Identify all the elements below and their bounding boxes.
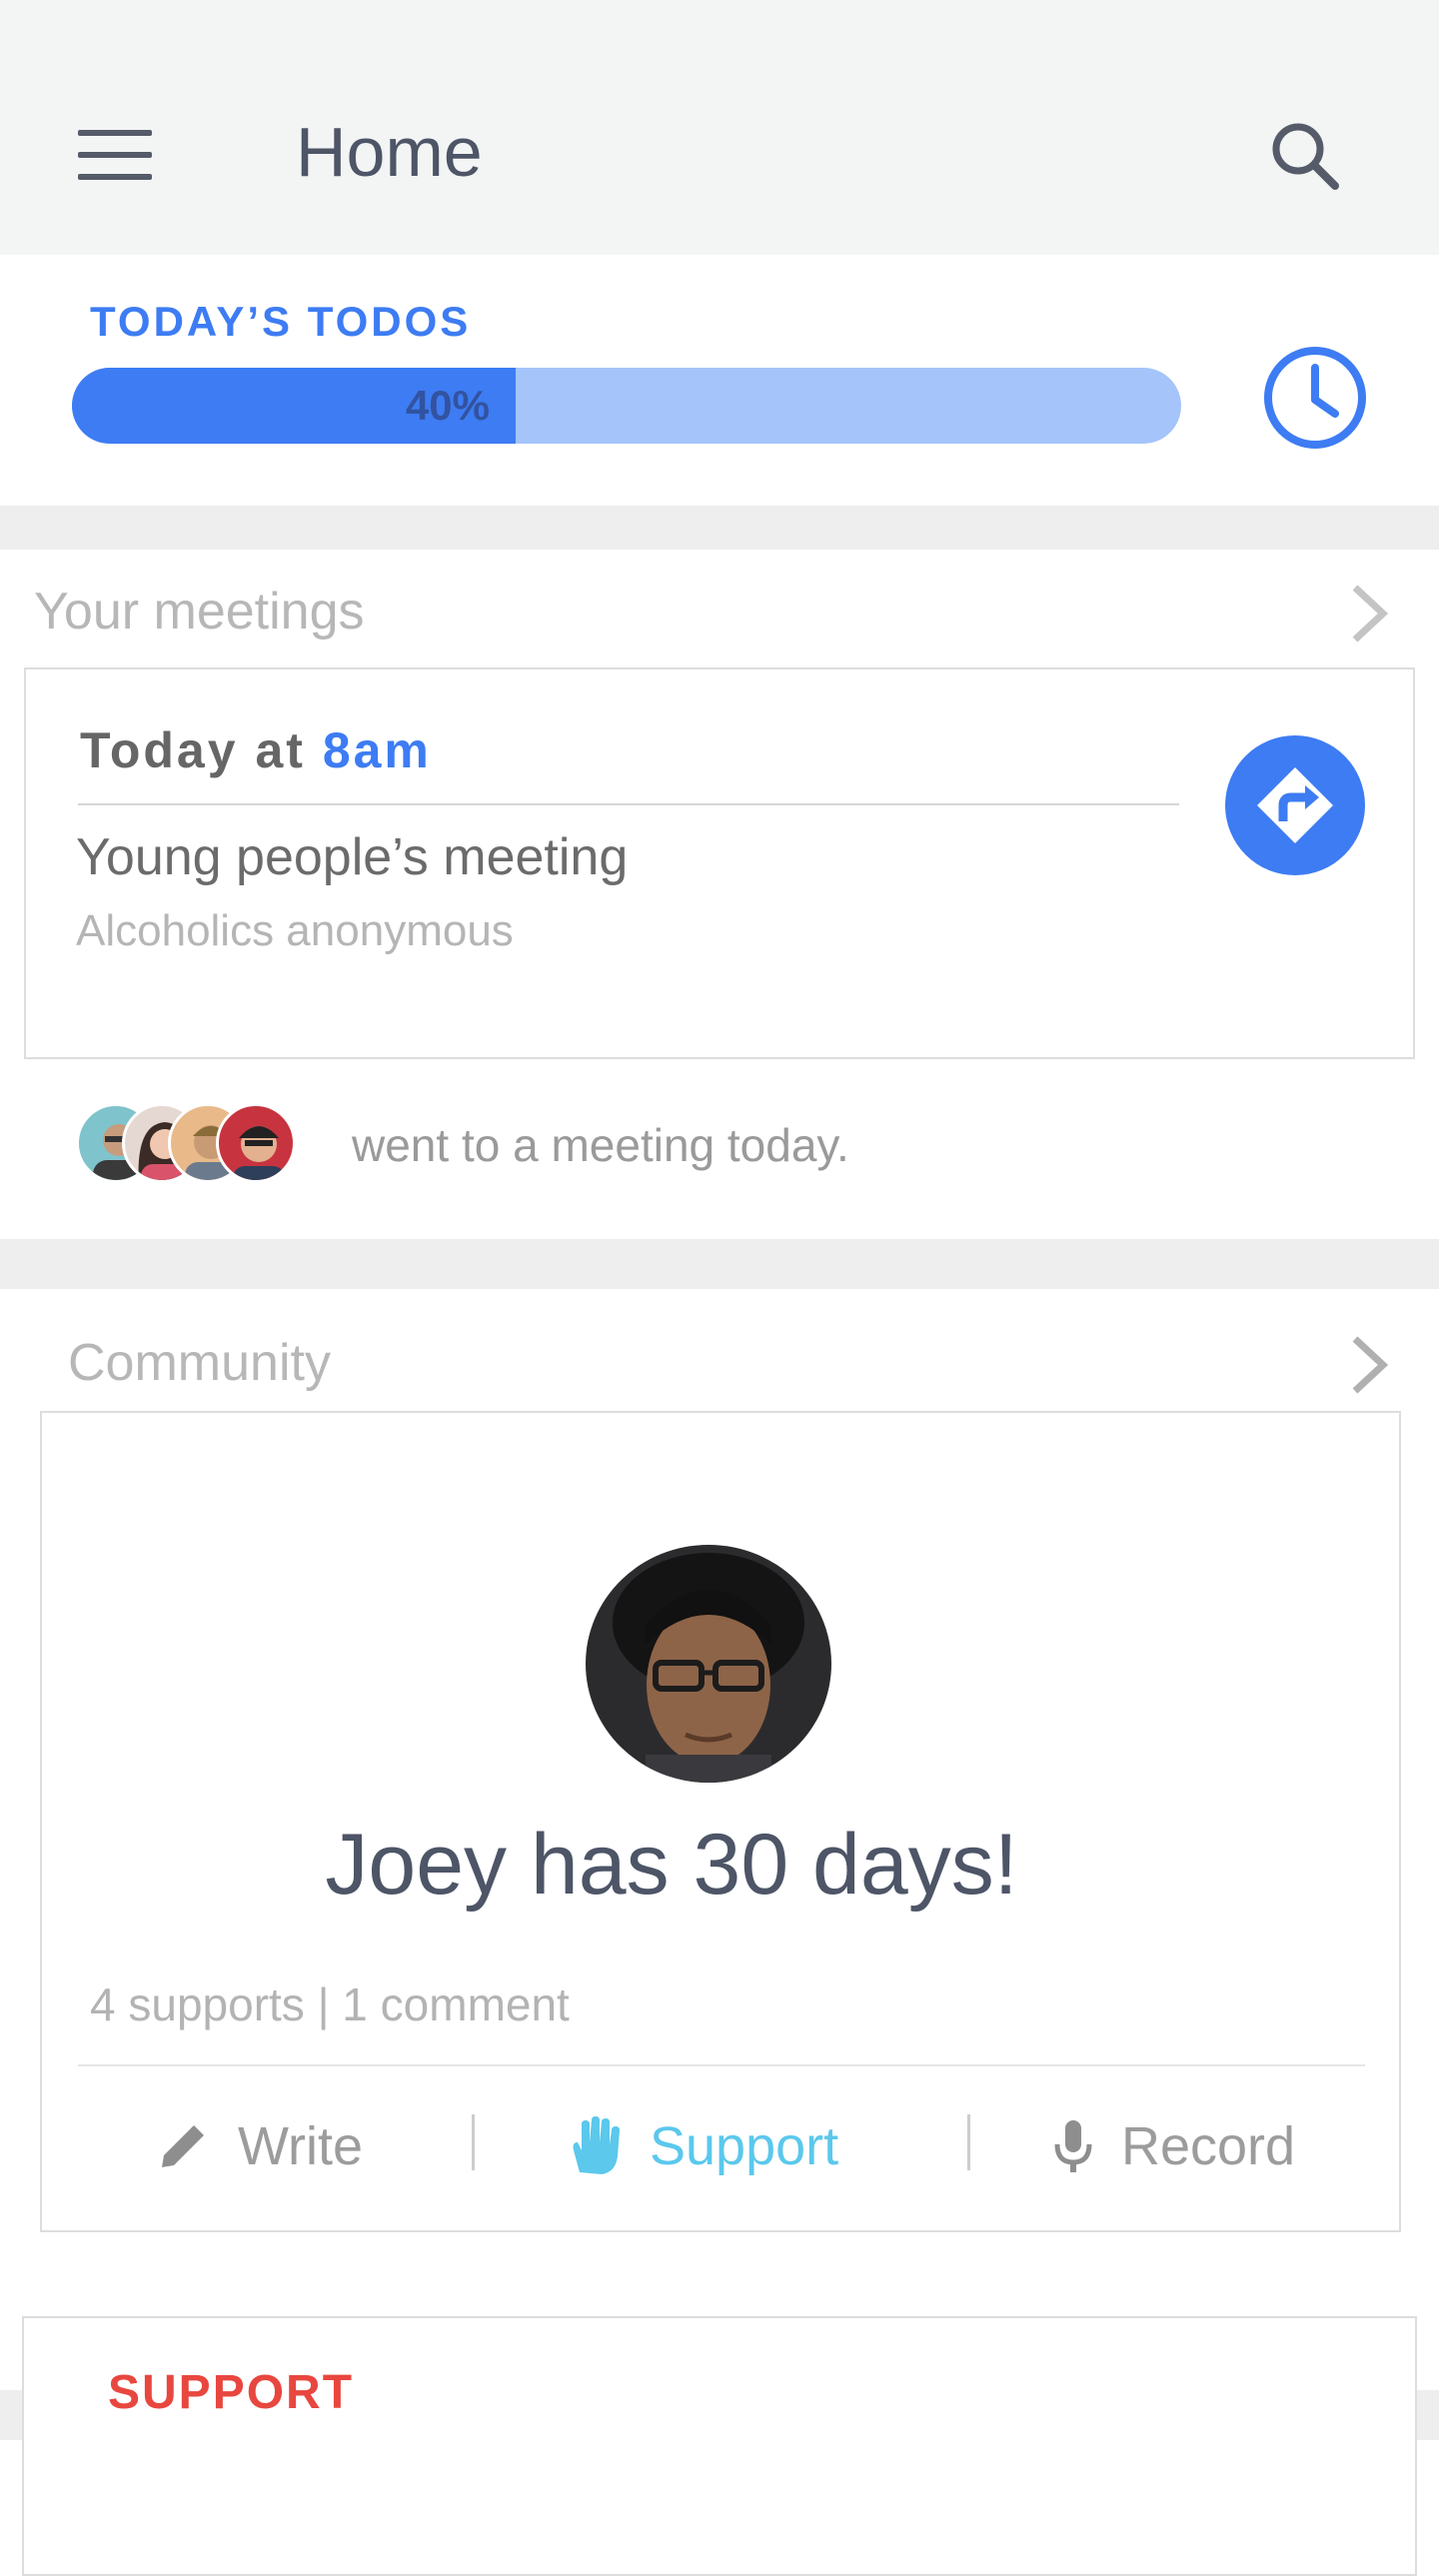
page-title: Home [296, 113, 483, 191]
action-separator [967, 2114, 970, 2170]
meeting-name: Young people’s meeting [76, 828, 629, 886]
write-button[interactable]: Write [156, 2110, 363, 2182]
microphone-icon [1054, 2120, 1092, 2172]
meetings-chevron-right-icon[interactable] [1347, 582, 1391, 645]
todos-progress-bar: 40% [72, 368, 1181, 444]
search-icon[interactable] [1267, 118, 1343, 194]
section-divider [0, 506, 1439, 550]
milestone-headline: Joey has 30 days! [325, 1817, 1018, 1913]
directions-icon [1257, 767, 1333, 843]
hamburger-menu-icon[interactable] [78, 130, 152, 182]
todos-label: TODAY’S TODOS [90, 298, 472, 345]
directions-button[interactable] [1225, 735, 1365, 875]
meeting-time: Today at 8am [80, 722, 432, 778]
support-card-title: SUPPORT [108, 2366, 355, 2419]
community-section-title: Community [68, 1334, 331, 1392]
meeting-time-highlight: 8am [322, 722, 432, 778]
record-label: Record [1121, 2116, 1296, 2176]
meetings-section-title: Your meetings [34, 583, 365, 641]
action-separator [472, 2114, 475, 2170]
app-bar [0, 0, 1439, 255]
meeting-organization: Alcoholics anonymous [76, 906, 514, 955]
support-button[interactable]: Support [566, 2110, 838, 2182]
raised-hand-icon [573, 2116, 620, 2174]
support-card[interactable] [22, 2316, 1417, 2576]
record-button[interactable]: Record [1053, 2110, 1295, 2182]
attendee-avatars[interactable] [76, 1103, 326, 1183]
clock-icon[interactable] [1261, 344, 1369, 452]
support-label: Support [650, 2116, 839, 2176]
meeting-divider [78, 803, 1179, 805]
card-divider [78, 2064, 1365, 2066]
pencil-icon [162, 2125, 204, 2167]
section-divider [0, 1239, 1439, 1289]
profile-photo[interactable] [586, 1545, 831, 1783]
community-chevron-right-icon[interactable] [1347, 1333, 1391, 1397]
post-stats[interactable]: 4 supports | 1 comment [90, 1978, 570, 2030]
todos-progress-text: 40% [405, 382, 490, 429]
attendees-text: went to a meeting today. [352, 1119, 849, 1171]
avatar [216, 1103, 296, 1183]
write-label: Write [238, 2116, 364, 2176]
